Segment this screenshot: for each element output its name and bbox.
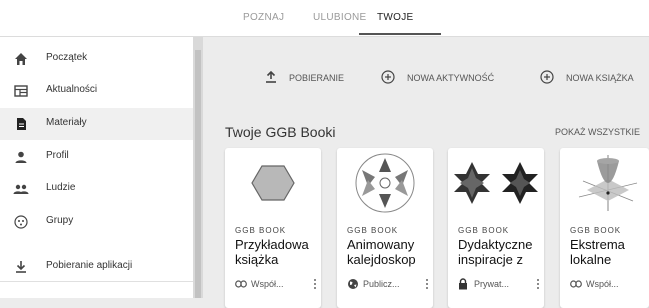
sidebar-item-pobieranie-aplikacji[interactable]: Pobieranie aplikacji [0, 251, 193, 283]
card-footer: Współ... [570, 277, 649, 291]
card-visibility: Współ... [586, 279, 619, 289]
new-book-label: NOWA KSIĄŻKA [566, 73, 634, 83]
tab-ulubione[interactable]: ULUBIONE [313, 12, 367, 23]
card-footer: Publicz... [347, 277, 431, 291]
news-icon [12, 82, 30, 100]
sidebar-item-label: Materiały [46, 117, 87, 128]
active-tab-indicator [359, 33, 441, 35]
groups-icon [12, 213, 30, 231]
upload-icon [265, 70, 289, 86]
book-card[interactable]: GGB BOOK Dydaktyczne inspiracje z Prywat… [448, 148, 544, 308]
upload-button[interactable]: POBIERANIE [265, 70, 344, 86]
sidebar-item-poczatek[interactable]: Początek [0, 43, 193, 75]
card-type: GGB BOOK [458, 226, 510, 235]
card-footer: Współ... [235, 277, 319, 291]
card-footer: Prywat... [458, 277, 542, 291]
sidebar-item-label: Początek [46, 52, 88, 63]
sidebar-item-label: Aktualności [46, 84, 98, 95]
people-icon [12, 180, 30, 198]
globe-icon [347, 278, 359, 290]
card-type: GGB BOOK [347, 226, 399, 235]
sidebar-item-ludzie[interactable]: Ludzie [0, 173, 193, 205]
upload-label: POBIERANIE [289, 73, 345, 83]
sidebar-item-profil[interactable]: Profil [0, 141, 193, 173]
card-title-line: książka [235, 252, 279, 267]
book-card[interactable]: GGB BOOK Ekstrema lokalne Współ... [560, 148, 649, 308]
card-title-line: Dydaktyczne [458, 237, 533, 252]
sidebar-item-label: Grupy [46, 215, 74, 226]
tab-poznaj[interactable]: POZNAJ [243, 12, 284, 23]
card-type: GGB BOOK [235, 226, 287, 235]
sidebar-item-label: Pobieranie aplikacji [46, 260, 133, 271]
sidebar-item-grupy[interactable]: Grupy [0, 206, 193, 238]
card-title-line: Animowany [347, 237, 415, 252]
card-thumbnail-stars [448, 148, 544, 218]
book-card[interactable]: GGB BOOK Animowany kalejdoskop Publicz..… [337, 148, 433, 308]
document-icon [12, 115, 30, 133]
link-icon [235, 278, 247, 290]
more-options-icon[interactable] [311, 278, 319, 290]
card-visibility: Publicz... [363, 279, 400, 289]
card-type: GGB BOOK [570, 226, 622, 235]
card-visibility: Współ... [251, 279, 284, 289]
card-title-line: Ekstrema [570, 237, 625, 252]
add-circle-icon [540, 70, 566, 86]
sidebar: Początek Aktualności Materiały Profil Lu… [0, 37, 194, 298]
sidebar-item-label: Ludzie [46, 182, 76, 193]
sidebar-item-materialy[interactable]: Materiały [0, 108, 193, 140]
more-options-icon[interactable] [534, 278, 542, 290]
sidebar-item-aktualnosci[interactable]: Aktualności [0, 75, 193, 107]
card-thumbnail-hexagon [225, 148, 321, 218]
new-activity-label: NOWA AKTYWNOŚĆ [407, 73, 495, 83]
home-icon [12, 50, 30, 68]
card-thumbnail-kaleidoscope [337, 148, 433, 218]
main-content: POBIERANIE NOWA AKTYWNOŚĆ NOWA KSIĄŻKA T… [203, 37, 649, 308]
download-icon [12, 258, 30, 276]
link-icon [570, 278, 582, 290]
more-options-icon[interactable] [423, 278, 431, 290]
card-title-line: Przykładowa [235, 237, 309, 252]
top-tab-bar: POZNAJ ULUBIONE TWOJE [0, 0, 649, 37]
book-card[interactable]: GGB BOOK Przykładowa książka Współ... [225, 148, 321, 308]
sidebar-item-label: Profil [46, 150, 69, 161]
card-title: Animowany kalejdoskop [347, 237, 431, 267]
sidebar-scrollbar-thumb[interactable] [195, 50, 201, 298]
new-book-button[interactable]: NOWA KSIĄŻKA [540, 70, 634, 86]
tab-twoje[interactable]: TWOJE [377, 12, 414, 23]
card-visibility: Prywat... [474, 279, 510, 289]
show-all-link[interactable]: POKAŻ WSZYSTKIE [555, 127, 640, 137]
card-title: Przykładowa książka [235, 237, 319, 267]
person-icon [12, 148, 30, 166]
card-title-line: inspiracje z [458, 252, 524, 267]
card-title: Ekstrema lokalne [570, 237, 649, 267]
card-title-line: kalejdoskop [347, 252, 416, 267]
new-activity-button[interactable]: NOWA AKTYWNOŚĆ [381, 70, 494, 86]
section-title: Twoje GGB Booki [225, 124, 336, 140]
add-circle-icon [381, 70, 407, 86]
card-thumbnail-paraboloid [560, 148, 649, 218]
lock-icon [458, 278, 470, 290]
card-title: Dydaktyczne inspiracje z [458, 237, 542, 267]
card-title-line: lokalne [570, 252, 612, 267]
